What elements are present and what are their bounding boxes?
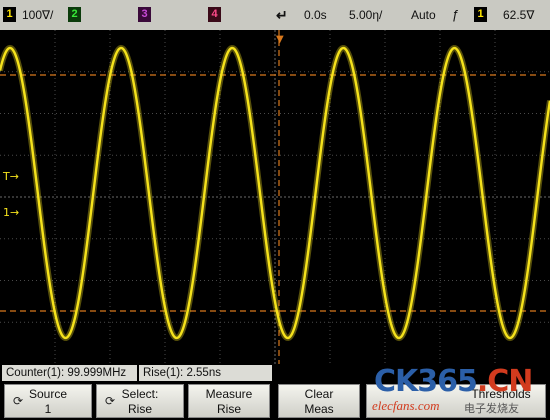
clear-meas-softkey[interactable]: Clear Meas [278, 384, 360, 418]
trigger-mode[interactable]: Auto [411, 6, 436, 24]
channel-1-badge[interactable]: 1 [3, 7, 16, 22]
rise-time-readout: Rise(1): 2.55ns [139, 365, 272, 381]
trigger-source-badge[interactable]: 1 [474, 7, 487, 22]
trigger-delay-icon: ↵ [276, 7, 288, 23]
source-softkey[interactable]: ⟳ Source 1 [4, 384, 92, 418]
select-softkey[interactable]: ⟳ Select: Rise [96, 384, 184, 418]
rising-edge-icon[interactable]: ƒ [452, 6, 459, 24]
measure-softkey-label: Measure [205, 387, 253, 401]
clear-softkey-value: Meas [304, 402, 334, 416]
measurement-readouts: Counter(1): 99.999MHz Rise(1): 2.55ns [0, 364, 550, 382]
waveform-area: T→ 1→ ▼ [0, 30, 550, 364]
channel-3-badge[interactable]: 3 [138, 7, 151, 22]
measure-softkey-value: Rise [216, 402, 241, 416]
channel-4-badge[interactable]: 4 [208, 7, 221, 22]
thresholds-softkey-label: Thresholds [471, 387, 531, 401]
channel-2-badge[interactable]: 2 [68, 7, 81, 22]
oscilloscope-display: 1 100∇/ 2 3 4 ↵ 0.0s 5.00η/ Auto ƒ 1 62.… [0, 0, 550, 420]
trigger-level[interactable]: 62.5∇ [503, 6, 534, 24]
status-bar: 1 100∇/ 2 3 4 ↵ 0.0s 5.00η/ Auto ƒ 1 62.… [0, 0, 550, 30]
softkey-menu: ⟳ Source 1 ⟳ Select: Rise Measure Rise C… [0, 382, 550, 420]
clear-softkey-label: Clear [304, 387, 334, 401]
rotary-knob-icon: ⟳ [104, 394, 116, 408]
counter-readout: Counter(1): 99.999MHz [2, 365, 137, 381]
rotary-knob-icon: ⟳ [12, 394, 24, 408]
trigger-level-icon[interactable]: T→ [2, 170, 19, 183]
time-scale[interactable]: 5.00η/ [349, 6, 382, 24]
measure-softkey[interactable]: Measure Rise [188, 384, 270, 418]
channel-1-scale[interactable]: 100∇/ [22, 6, 53, 24]
ground-level-icon[interactable]: 1→ [3, 206, 19, 219]
waveform-graticule: T→ 1→ ▼ [0, 30, 550, 364]
trigger-position-icon: ▼ [276, 34, 284, 45]
time-delay[interactable]: 0.0s [304, 6, 327, 24]
thresholds-softkey[interactable]: Thresholds [366, 384, 546, 418]
